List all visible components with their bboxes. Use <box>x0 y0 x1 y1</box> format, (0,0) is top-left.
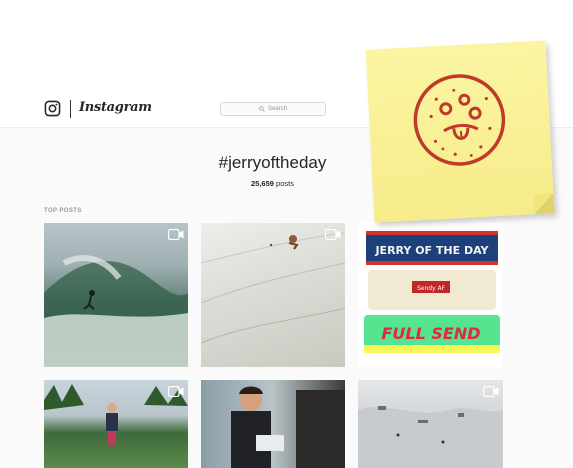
jerry-face-drawing <box>413 74 506 166</box>
post-tile-skier[interactable] <box>201 223 345 367</box>
instagram-camera-icon[interactable] <box>44 100 61 117</box>
post-tile-headbands[interactable]: JERRY OF THE DAY Sendy AF FULL SEND <box>358 223 503 367</box>
video-camera-icon <box>483 386 499 397</box>
post-count-suffix: posts <box>276 179 294 188</box>
logo-divider <box>70 100 71 118</box>
post-count-number: 25,659 <box>251 179 274 188</box>
top-posts-label: TOP POSTS <box>44 208 82 214</box>
post-tile-surfer[interactable] <box>44 223 188 367</box>
post-tile-snowpark[interactable] <box>358 380 503 468</box>
computer-photo <box>231 386 345 468</box>
instagram-hashtag-page: Instagram Search #jerryoftheday 25,659 p… <box>0 0 573 468</box>
search-icon <box>259 106 265 112</box>
search-placeholder: Search <box>267 106 287 112</box>
headbands-photo: JERRY OF THE DAY Sendy AF FULL SEND <box>364 231 500 353</box>
headband-text-sendy: Sendy AF <box>417 285 446 292</box>
search-input[interactable]: Search <box>220 102 326 116</box>
sticky-note <box>365 40 555 223</box>
snowpark-photo <box>358 406 503 468</box>
video-camera-icon <box>168 229 184 240</box>
video-camera-icon <box>325 229 341 240</box>
instagram-wordmark[interactable]: Instagram <box>79 100 152 115</box>
post-tile-outdoor[interactable] <box>44 380 188 468</box>
video-camera-icon <box>168 386 184 397</box>
post-tile-computer[interactable] <box>201 380 345 468</box>
outdoor-photo <box>44 384 188 445</box>
surfer-photo <box>44 255 188 367</box>
sticky-note-fold <box>533 193 555 215</box>
skier-photo <box>201 232 345 344</box>
headband-text-jerry: JERRY OF THE DAY <box>374 244 489 257</box>
headband-text-fullsend: FULL SEND <box>381 324 480 343</box>
